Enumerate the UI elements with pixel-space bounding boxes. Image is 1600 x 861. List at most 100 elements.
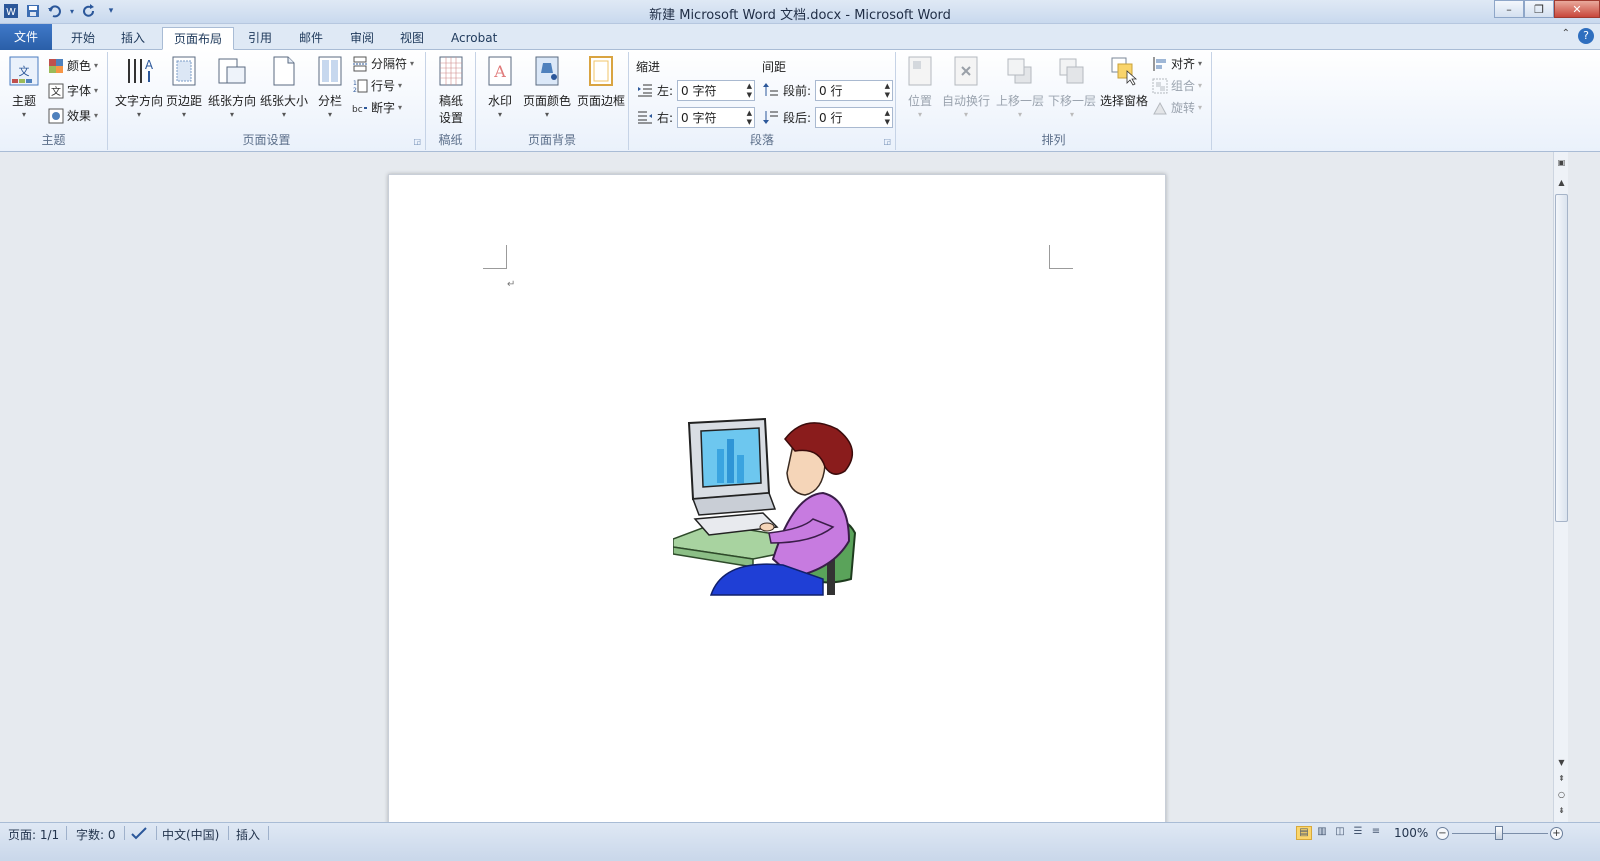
hyphenation-button[interactable]: bc 断字 ▾ xyxy=(352,98,402,118)
clipart-woman-at-computer[interactable] xyxy=(672,409,863,602)
dialog-launcher-icon[interactable]: ◲ xyxy=(413,137,421,146)
status-word-count[interactable]: 字数: 0 xyxy=(76,826,116,843)
restore-icon[interactable]: ❐ xyxy=(1524,0,1554,18)
scroll-up-icon[interactable]: ▲ xyxy=(1554,176,1569,190)
themes-button[interactable]: 文 主题 ▾ xyxy=(6,54,42,119)
selection-pane-label: 选择窗格 xyxy=(1099,94,1148,108)
svg-text:文: 文 xyxy=(51,85,61,98)
tab-references[interactable]: 引用 xyxy=(237,27,283,50)
dialog-launcher-icon[interactable]: ◲ xyxy=(883,137,891,146)
orientation-button[interactable]: 纸张方向 ▾ xyxy=(206,54,258,119)
wrap-text-icon xyxy=(951,54,981,88)
theme-fonts-button[interactable]: 文 字体 ▾ xyxy=(48,81,98,101)
theme-effects-button[interactable]: 效果 ▾ xyxy=(48,106,98,126)
tab-insert[interactable]: 插入 xyxy=(110,27,156,50)
margins-icon xyxy=(169,54,199,88)
group-objects-button[interactable]: 组合 ▾ xyxy=(1152,76,1202,96)
tab-home[interactable]: 开始 xyxy=(60,27,106,50)
document-area[interactable]: ↵ xyxy=(0,152,1553,822)
group-objects-icon xyxy=(1152,78,1168,94)
font-icon: 文 xyxy=(48,83,64,99)
indent-right-input[interactable]: 0 字符 ▲ ▼ xyxy=(677,106,756,128)
scroll-down-icon[interactable]: ▼ xyxy=(1554,756,1569,770)
previous-page-icon[interactable]: ⇞ xyxy=(1554,772,1569,786)
selection-pane-icon xyxy=(1109,54,1139,88)
tab-acrobat[interactable]: Acrobat xyxy=(440,27,508,50)
rotate-button[interactable]: 旋转 ▾ xyxy=(1152,98,1202,118)
indent-left-input[interactable]: 0 字符 ▲ ▼ xyxy=(677,79,756,101)
columns-label: 分栏 xyxy=(317,94,342,108)
position-button[interactable]: 位置 ▾ xyxy=(902,54,938,119)
close-icon[interactable]: ✕ xyxy=(1554,0,1600,18)
print-layout-view-icon[interactable]: ▤ xyxy=(1296,826,1312,840)
svg-text:2: 2 xyxy=(353,87,357,94)
text-direction-label: 文字方向 xyxy=(114,94,163,108)
chevron-down-icon: ▾ xyxy=(181,110,186,119)
browse-object-icon[interactable]: ○ xyxy=(1554,788,1569,802)
status-language[interactable]: 中文(中国) xyxy=(162,826,219,843)
help-icon[interactable]: ? xyxy=(1578,28,1594,44)
watermark-button[interactable]: A 水印 ▾ xyxy=(482,54,518,119)
wrap-text-button[interactable]: 自动换行 ▾ xyxy=(940,54,992,119)
tab-page-layout[interactable]: 页面布局 xyxy=(162,27,235,50)
paper-size-button[interactable]: 纸张大小 ▾ xyxy=(258,54,310,119)
spacing-after-input[interactable]: 0 行 ▲ ▼ xyxy=(815,106,894,128)
window-title: 新建 Microsoft Word 文档.docx - Microsoft Wo… xyxy=(649,8,951,23)
line-numbers-label: 行号 xyxy=(371,79,396,93)
breaks-label: 分隔符 xyxy=(371,57,408,71)
draft-view-icon[interactable]: ≡ xyxy=(1368,826,1384,840)
next-page-icon[interactable]: ⇟ xyxy=(1554,804,1569,818)
document-page[interactable]: ↵ xyxy=(388,174,1166,822)
spinner-arrows-icon[interactable]: ▲ ▼ xyxy=(747,82,752,100)
theme-fonts-label: 字体 xyxy=(67,84,92,98)
send-backward-icon xyxy=(1057,54,1087,88)
breaks-button[interactable]: 分隔符 ▾ xyxy=(352,54,414,74)
margins-button[interactable]: 页边距 ▾ xyxy=(164,54,204,119)
web-layout-view-icon[interactable]: ◫ xyxy=(1332,826,1348,840)
vertical-scrollbar[interactable]: ▣ ▲ ▼ ⇞ ○ ⇟ xyxy=(1553,152,1568,822)
chevron-down-icon: ▾ xyxy=(398,103,403,112)
align-button[interactable]: 对齐 ▾ xyxy=(1152,54,1202,74)
draft-settings-button[interactable]: 稿纸 设置 xyxy=(432,54,470,126)
scrollbar-thumb[interactable] xyxy=(1555,194,1568,522)
zoom-out-icon[interactable]: − xyxy=(1436,827,1449,840)
line-numbers-button[interactable]: 12 行号 ▾ xyxy=(352,76,402,96)
position-label: 位置 xyxy=(907,94,932,108)
ruler-toggle-icon[interactable]: ▣ xyxy=(1554,156,1569,170)
tab-review[interactable]: 审阅 xyxy=(339,27,385,50)
align-icon xyxy=(1152,56,1168,72)
outline-view-icon[interactable]: ☰ xyxy=(1350,826,1366,840)
minimize-icon[interactable]: – xyxy=(1494,0,1524,18)
spinner-arrows-icon[interactable]: ▲ ▼ xyxy=(885,109,890,127)
status-page[interactable]: 页面: 1/1 xyxy=(8,826,59,843)
columns-button[interactable]: 分栏 ▾ xyxy=(312,54,348,119)
zoom-in-icon[interactable]: + xyxy=(1550,827,1563,840)
proofing-check-icon[interactable] xyxy=(130,826,148,843)
text-direction-button[interactable]: A 文字方向 ▾ xyxy=(114,54,164,119)
theme-colors-button[interactable]: 颜色 ▾ xyxy=(48,56,98,76)
tab-file[interactable]: 文件 xyxy=(0,24,53,50)
page-borders-button[interactable]: 页面边框 xyxy=(574,54,628,109)
status-separator xyxy=(124,826,125,840)
page-color-button[interactable]: 页面颜色 ▾ xyxy=(520,54,574,119)
spinner-arrows-icon[interactable]: ▲ ▼ xyxy=(747,109,752,127)
bring-forward-button[interactable]: 上移一层 ▾ xyxy=(994,54,1046,119)
group-theme: 文 主题 ▾ 颜色 ▾ 文 字体 ▾ 效果 ▾ 主题 xyxy=(0,52,108,150)
zoom-slider-thumb[interactable] xyxy=(1495,826,1503,840)
full-screen-reading-view-icon[interactable]: ▥ xyxy=(1314,826,1330,840)
tab-mailings[interactable]: 邮件 xyxy=(288,27,334,50)
spinner-arrows-icon[interactable]: ▲ ▼ xyxy=(885,82,890,100)
send-backward-label: 下移一层 xyxy=(1047,94,1096,108)
selection-pane-button[interactable]: 选择窗格 xyxy=(1098,54,1150,109)
minimize-ribbon-icon[interactable]: ⌃ xyxy=(1562,28,1570,44)
bring-forward-icon xyxy=(1005,54,1035,88)
send-backward-button[interactable]: 下移一层 ▾ xyxy=(1046,54,1098,119)
watermark-label: 水印 xyxy=(487,94,512,108)
status-insert-mode[interactable]: 插入 xyxy=(236,826,260,843)
zoom-level[interactable]: 100% xyxy=(1394,826,1428,840)
line-numbers-icon: 12 xyxy=(352,78,368,94)
group-label-theme: 主题 xyxy=(41,133,66,147)
tab-view[interactable]: 视图 xyxy=(389,27,435,50)
spacing-after-row: 段后: 0 行 ▲ ▼ xyxy=(763,106,894,128)
spacing-before-input[interactable]: 0 行 ▲ ▼ xyxy=(815,79,894,101)
